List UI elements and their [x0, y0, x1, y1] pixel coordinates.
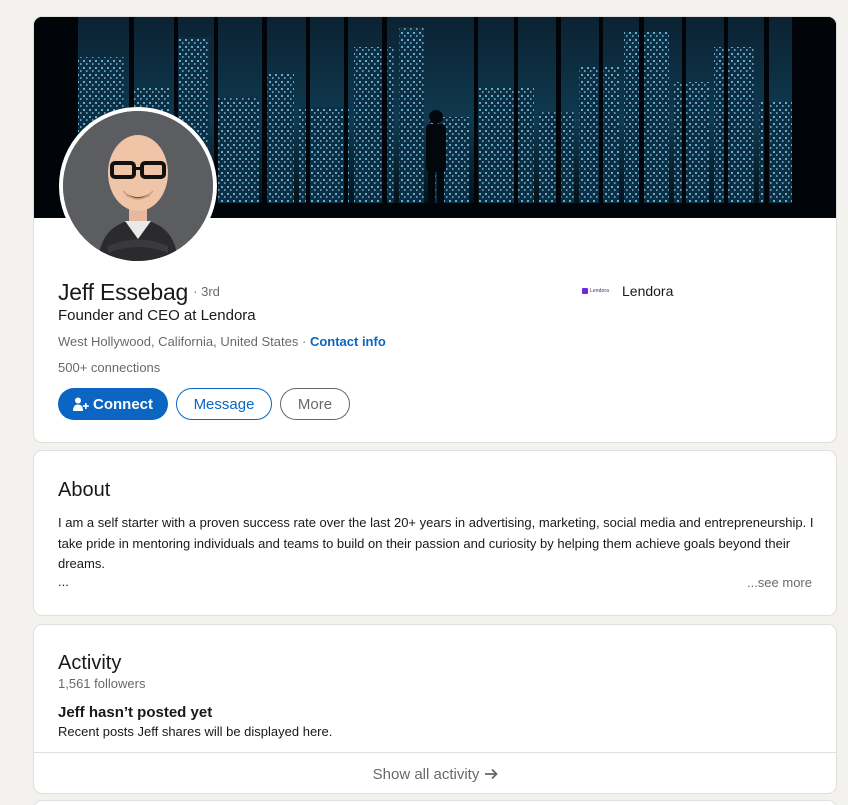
- see-more-link[interactable]: ...see more: [747, 575, 812, 590]
- about-title: About: [58, 479, 111, 501]
- arrow-right-icon: [485, 768, 499, 780]
- connect-button[interactable]: Connect: [58, 388, 168, 420]
- empty-activity-title: Jeff hasn’t posted yet: [58, 704, 213, 721]
- profile-location: West Hollywood, California, United State…: [58, 334, 299, 349]
- activity-title: Activity: [58, 652, 122, 674]
- company-logo-text: Lendora: [590, 288, 610, 294]
- message-button[interactable]: Message: [176, 388, 272, 420]
- contact-info-link[interactable]: Contact info: [310, 334, 386, 349]
- profile-card: Jeff Essebag · 3rd Founder and CEO at Le…: [33, 16, 837, 443]
- about-text: I am a self starter with a proven succes…: [58, 515, 814, 571]
- connections-count[interactable]: 500+ connections: [58, 360, 160, 375]
- connect-button-label: Connect: [93, 395, 153, 413]
- company-name: Lendora: [622, 283, 674, 299]
- about-card: About I am a self starter with a proven …: [33, 450, 837, 616]
- profile-actions: Connect Message More: [58, 388, 350, 420]
- next-section-card: [33, 800, 837, 805]
- profile-headline: Founder and CEO at Lendora: [58, 307, 256, 324]
- name-row: Jeff Essebag · 3rd: [58, 279, 220, 306]
- show-all-activity-label: Show all activity: [372, 765, 480, 783]
- connection-degree: · 3rd: [193, 284, 220, 299]
- lendora-logo-icon: [582, 288, 588, 294]
- show-all-activity-button[interactable]: Show all activity: [34, 753, 836, 793]
- company-logo: Lendora: [582, 283, 612, 299]
- activity-card: Activity 1,561 followers Jeff hasn’t pos…: [33, 624, 837, 794]
- avatar-cartoon-image: [63, 111, 213, 261]
- about-ellipsis: ...: [58, 574, 69, 589]
- current-company[interactable]: Lendora Lendora: [582, 283, 673, 299]
- followers-count: 1,561 followers: [58, 676, 146, 691]
- empty-activity-subtitle: Recent posts Jeff shares will be display…: [58, 724, 333, 739]
- location-separator: ·: [298, 334, 310, 349]
- profile-photo[interactable]: [59, 107, 217, 265]
- location-row: West Hollywood, California, United State…: [58, 334, 386, 349]
- add-person-icon: [73, 397, 89, 411]
- profile-name: Jeff Essebag: [58, 279, 189, 305]
- more-button[interactable]: More: [280, 388, 350, 420]
